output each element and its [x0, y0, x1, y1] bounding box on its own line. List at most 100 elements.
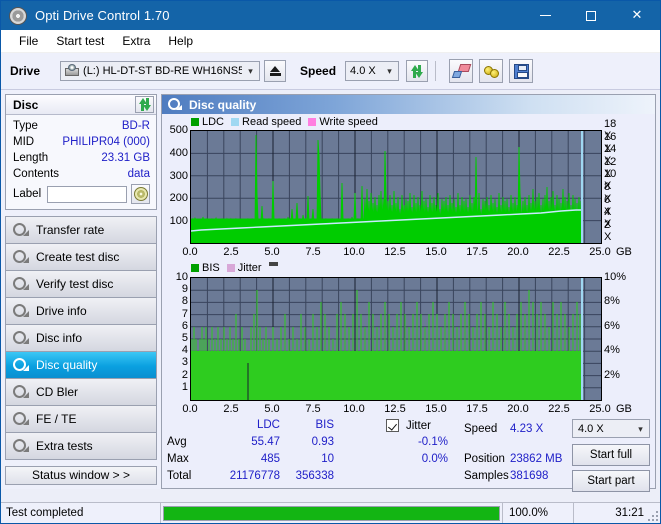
chart-ldc-xtick: 12.5: [384, 246, 406, 258]
refresh-drive-button[interactable]: [406, 60, 429, 82]
chart-bis-ytick: 10: [175, 271, 188, 283]
stats-avg-ldc: 55.47: [251, 436, 280, 448]
disc-refresh-button[interactable]: [135, 96, 154, 113]
sidebar-item-label: Disc quality: [36, 358, 98, 372]
stats-total-bis: 356338: [295, 470, 334, 482]
chart-bis-y2tick: 8%: [604, 295, 620, 308]
speed-select[interactable]: 4.0 X ▾: [345, 61, 400, 81]
disc-panel-header: Disc: [6, 95, 156, 115]
progress-bar-wrap: [161, 503, 502, 523]
disc-icon: [13, 385, 29, 399]
status-window-label: Status window > >: [31, 468, 131, 483]
bulb-icon: [483, 64, 500, 79]
chart-ldc-ytick: 300: [169, 169, 188, 182]
sidebar-item-label: Transfer rate: [36, 223, 105, 237]
refresh-icon: [138, 98, 152, 111]
chart-bis-ytick: 4: [181, 344, 188, 357]
chevron-down-icon: ▾: [248, 66, 253, 76]
start-full-button[interactable]: Start full: [572, 444, 650, 466]
options-button[interactable]: [479, 59, 504, 83]
drive-select[interactable]: (L:) HL-DT-ST BD-RE WH16NS58 TST4 ▾: [60, 61, 261, 81]
legend-swatch-bis: [191, 264, 199, 272]
drive-toolbar: Drive (L:) HL-DT-ST BD-RE WH16NS58 TST4 …: [1, 53, 660, 90]
legend-label: Read speed: [242, 116, 302, 128]
chart-ldc-xtick: 10.0: [343, 246, 365, 258]
erase-button[interactable]: [449, 59, 474, 83]
chart-bis-ytick: 2: [181, 368, 188, 381]
disc-row-value: BD-R: [121, 120, 150, 132]
chart-ldc-plot-area: [190, 130, 602, 244]
stats-col-ldc: LDC: [256, 419, 280, 431]
sidebar-item-cd-bler[interactable]: CD Bler: [6, 379, 156, 406]
sidebar-item-drive-info[interactable]: Drive info: [6, 298, 156, 325]
save-button[interactable]: [509, 59, 534, 83]
refresh-icon: [410, 64, 424, 78]
disc-row-length: Length 23.31 GB: [13, 150, 150, 166]
eject-button[interactable]: [264, 60, 287, 82]
start-part-button[interactable]: Start part: [572, 470, 650, 492]
stats-speed-value: 4.23 X: [510, 423, 544, 435]
sidebar-item-label: Drive info: [36, 304, 87, 318]
chart-bis-ytick: 6: [181, 319, 188, 332]
chart-bis-xlabel: GB: [616, 403, 632, 415]
menu-item-help[interactable]: Help: [159, 32, 202, 50]
disc-icon: [13, 439, 29, 453]
disc-row-value: PHILIPR04 (000): [62, 136, 150, 148]
eject-icon: [269, 66, 281, 76]
sidebar-item-verify-test-disc[interactable]: Verify test disc: [6, 271, 156, 298]
stats-speed-label: Speed: [464, 423, 498, 435]
disc-icon: [13, 412, 29, 426]
disc-row-key: Length: [13, 152, 49, 164]
disc-panel-body: Type BD-R MID PHILIPR04 (000) Length 23.…: [6, 115, 156, 209]
jitter-checkbox[interactable]: [386, 419, 399, 432]
stats-max-ldc: 485: [260, 453, 280, 465]
disc-label-input[interactable]: [47, 185, 128, 203]
legend-item-read-speed: Read speed: [231, 116, 301, 128]
disc-panel-title: Disc: [13, 97, 39, 112]
chart-bis-y2tick: 4%: [604, 344, 620, 357]
stats-avg-bis: 0.93: [311, 436, 334, 448]
menu-item-start-test[interactable]: Start test: [47, 32, 113, 50]
chevron-down-icon: ▾: [387, 66, 392, 76]
chart-ldc-ytick: 200: [169, 192, 188, 205]
minimize-button[interactable]: [522, 1, 568, 30]
sidebar-item-transfer-rate[interactable]: Transfer rate: [6, 217, 156, 244]
speed-label: Speed: [300, 64, 337, 78]
disc-row-key: Type: [13, 120, 38, 132]
disc-label-button[interactable]: [131, 184, 150, 204]
menu-item-file[interactable]: File: [10, 32, 47, 50]
chart-bis-series: [191, 290, 582, 400]
disc-icon: [13, 223, 29, 237]
sidebar-item-disc-info[interactable]: Disc info: [6, 325, 156, 352]
speed-select-value: 4.0 X: [350, 65, 376, 77]
start-full-label: Start full: [589, 449, 633, 461]
sidebar-item-extra-tests[interactable]: Extra tests: [6, 433, 156, 460]
status-window-button[interactable]: Status window > >: [5, 466, 157, 485]
resize-grip[interactable]: [646, 509, 658, 521]
menu-item-extra[interactable]: Extra: [113, 32, 159, 50]
stats-row-label-max: Max: [167, 453, 189, 465]
save-icon: [513, 63, 529, 79]
test-speed-select[interactable]: 4.0 X ▾: [572, 419, 650, 438]
start-part-label: Start part: [587, 475, 635, 487]
sidebar-item-create-test-disc[interactable]: Create test disc: [6, 244, 156, 271]
close-button[interactable]: ✕: [614, 1, 660, 30]
sidebar-item-fe-te[interactable]: FE / TE: [6, 406, 156, 433]
chart-bis-xtick: 10.0: [343, 403, 365, 415]
drive-select-value: (L:) HL-DT-ST BD-RE WH16NS58 TST4: [83, 65, 243, 77]
disc-row-key: MID: [13, 136, 35, 148]
chart-bis-xtick: 15.0: [425, 403, 447, 415]
status-text: Test completed: [1, 503, 161, 523]
drive-icon: [64, 64, 80, 78]
chart-ldc-xtick: 5.0: [264, 246, 280, 258]
progress-bar: [163, 505, 500, 521]
chart-ldc-xtick: 2.5: [223, 246, 239, 258]
sidebar-buttons: Transfer rate Create test disc Verify te…: [5, 216, 157, 460]
chart-bis-xtick: 22.5: [548, 403, 570, 415]
maximize-button[interactable]: [568, 1, 614, 30]
stats-panel: LDC BIS Jitter Avg 55.47 0.93 -0.1% Max …: [162, 416, 655, 492]
sidebar-item-disc-quality[interactable]: Disc quality: [6, 352, 156, 379]
legend-item-bis: BIS: [191, 262, 220, 274]
chart-bis-ytick: 7: [181, 307, 188, 320]
sidebar-item-label: Create test disc: [36, 250, 120, 264]
